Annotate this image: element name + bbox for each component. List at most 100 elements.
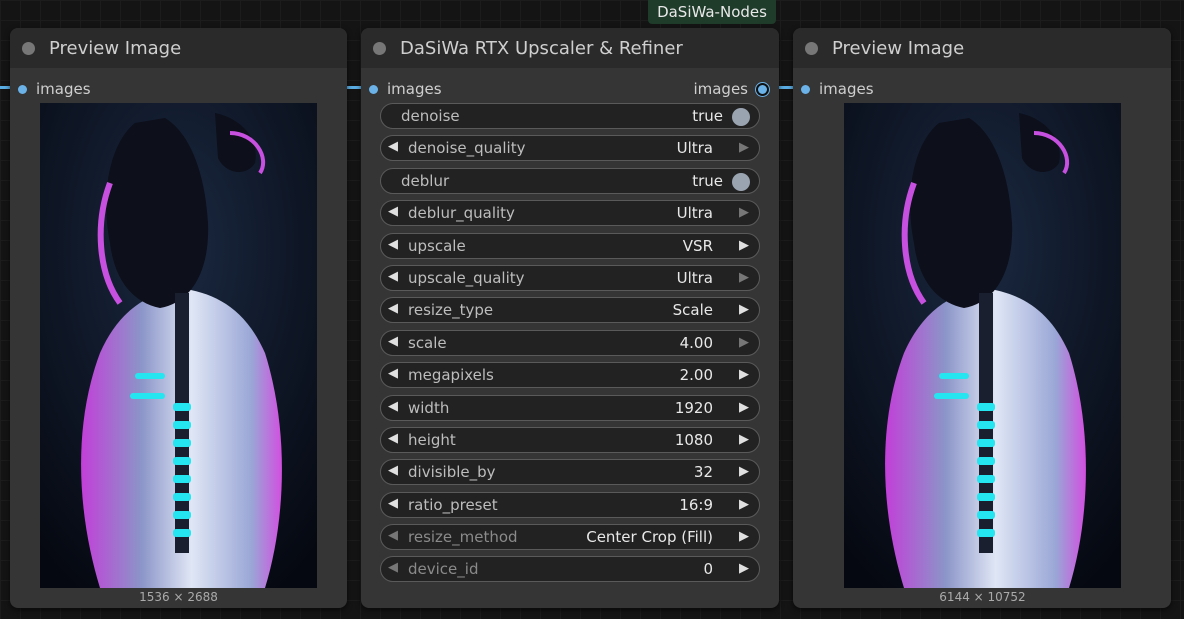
decrement-arrow-icon[interactable]: ◀ xyxy=(388,237,398,252)
widget-label: resize_type xyxy=(408,301,494,320)
widget-denoise-quality[interactable]: ◀ denoise_quality Ultra ▶ xyxy=(380,135,760,162)
node-title: Preview Image xyxy=(49,37,182,59)
input-dot-icon[interactable] xyxy=(801,84,810,94)
widget-resize-type[interactable]: ◀ resize_type Scale ▶ xyxy=(380,297,760,324)
collapse-dot-icon[interactable] xyxy=(805,41,818,55)
widget-label: upscale_quality xyxy=(408,268,525,287)
widget-label: denoise_quality xyxy=(408,139,526,158)
widget-value: true xyxy=(692,171,723,190)
increment-arrow-icon[interactable]: ▶ xyxy=(739,497,749,512)
increment-arrow-icon[interactable]: ▶ xyxy=(739,367,749,382)
decrement-arrow-icon[interactable]: ◀ xyxy=(388,463,398,478)
widget-value: Ultra xyxy=(676,268,713,287)
images-input-slot[interactable]: images xyxy=(801,80,874,98)
input-dot-icon[interactable] xyxy=(18,84,27,94)
slot-label: images xyxy=(693,80,748,98)
widget-label: ratio_preset xyxy=(408,495,498,514)
widget-value: 1920 xyxy=(674,398,713,417)
increment-arrow-icon[interactable]: ▶ xyxy=(739,238,749,253)
widget-label: resize_method xyxy=(408,528,518,547)
widget-value: 32 xyxy=(693,463,713,482)
preview-image xyxy=(40,103,317,588)
widget-value: Ultra xyxy=(676,139,713,158)
decrement-arrow-icon[interactable]: ◀ xyxy=(388,560,398,575)
widget-device-id[interactable]: ◀ device_id 0 ▶ xyxy=(380,556,760,583)
images-output-slot[interactable]: images xyxy=(693,80,769,98)
widget-label: divisible_by xyxy=(408,463,496,482)
widget-label: height xyxy=(408,430,456,449)
decrement-arrow-icon[interactable]: ◀ xyxy=(388,269,398,284)
widget-label: deblur xyxy=(401,171,450,190)
increment-arrow-icon[interactable]: ▶ xyxy=(739,302,749,317)
group-badge: DaSiWa-Nodes xyxy=(648,0,776,24)
widget-divisible-by[interactable]: ◀ divisible_by 32 ▶ xyxy=(380,459,760,486)
preview-image xyxy=(844,103,1121,588)
widget-deblur-quality[interactable]: ◀ deblur_quality Ultra ▶ xyxy=(380,200,760,227)
widget-label: device_id xyxy=(408,560,479,579)
images-input-slot[interactable]: images xyxy=(369,80,442,98)
widget-value: 1080 xyxy=(674,430,713,449)
widget-label: upscale xyxy=(408,236,466,255)
increment-arrow-icon[interactable]: ▶ xyxy=(739,205,749,220)
wire-left-mid xyxy=(347,86,361,89)
slot-label: images xyxy=(36,80,91,98)
toggle-knob-icon[interactable] xyxy=(732,108,750,126)
image-dimensions: 1536 × 2688 xyxy=(139,590,218,604)
decrement-arrow-icon[interactable]: ◀ xyxy=(388,399,398,414)
node-header[interactable]: Preview Image xyxy=(10,28,347,68)
widget-value: 0 xyxy=(703,560,713,579)
input-dot-icon[interactable] xyxy=(369,84,378,94)
decrement-arrow-icon[interactable]: ◀ xyxy=(388,496,398,511)
widget-value: true xyxy=(692,107,723,125)
node-header[interactable]: DaSiWa RTX Upscaler & Refiner xyxy=(361,28,779,68)
widget-value: Scale xyxy=(672,301,713,320)
widget-value: 16:9 xyxy=(679,495,713,514)
widget-ratio-preset[interactable]: ◀ ratio_preset 16:9 ▶ xyxy=(380,491,760,518)
widget-value: 4.00 xyxy=(679,333,713,352)
node-title: Preview Image xyxy=(832,37,965,59)
widget-value: Ultra xyxy=(676,204,713,223)
slot-label: images xyxy=(819,80,874,98)
increment-arrow-icon[interactable]: ▶ xyxy=(739,335,749,350)
node-header[interactable]: Preview Image xyxy=(793,28,1171,68)
decrement-arrow-icon[interactable]: ◀ xyxy=(388,334,398,349)
increment-arrow-icon[interactable]: ▶ xyxy=(739,432,749,447)
widget-denoise[interactable]: denoise true xyxy=(380,103,760,129)
decrement-arrow-icon[interactable]: ◀ xyxy=(388,204,398,219)
increment-arrow-icon[interactable]: ▶ xyxy=(739,140,749,155)
widget-label: megapixels xyxy=(408,366,494,385)
decrement-arrow-icon[interactable]: ◀ xyxy=(388,366,398,381)
decrement-arrow-icon[interactable]: ◀ xyxy=(388,139,398,154)
widget-deblur[interactable]: deblur true xyxy=(380,167,760,194)
preview-image-node-left[interactable]: Preview Image images 1536 × 2688 xyxy=(10,28,347,608)
output-dot-icon[interactable] xyxy=(756,82,769,96)
widget-value: 2.00 xyxy=(679,366,713,385)
widget-height[interactable]: ◀ height 1080 ▶ xyxy=(380,426,760,453)
images-input-slot[interactable]: images xyxy=(18,80,91,98)
image-dimensions: 6144 × 10752 xyxy=(939,590,1026,604)
increment-arrow-icon[interactable]: ▶ xyxy=(739,561,749,576)
widget-upscale-quality[interactable]: ◀ upscale_quality Ultra ▶ xyxy=(380,264,760,291)
decrement-arrow-icon[interactable]: ◀ xyxy=(388,301,398,316)
widget-width[interactable]: ◀ width 1920 ▶ xyxy=(380,394,760,421)
decrement-arrow-icon[interactable]: ◀ xyxy=(388,528,398,543)
collapse-dot-icon[interactable] xyxy=(373,41,386,55)
widget-upscale[interactable]: ◀ upscale VSR ▶ xyxy=(380,232,760,259)
widget-label: scale xyxy=(408,333,447,352)
widget-scale[interactable]: ◀ scale 4.00 ▶ xyxy=(380,329,760,356)
increment-arrow-icon[interactable]: ▶ xyxy=(739,400,749,415)
widget-megapixels[interactable]: ◀ megapixels 2.00 ▶ xyxy=(380,362,760,389)
increment-arrow-icon[interactable]: ▶ xyxy=(739,270,749,285)
rtx-upscaler-node[interactable]: DaSiWa RTX Upscaler & Refiner images ima… xyxy=(361,28,779,608)
widget-value: VSR xyxy=(682,236,713,255)
widget-label: denoise xyxy=(401,107,460,125)
toggle-knob-icon[interactable] xyxy=(732,172,750,191)
collapse-dot-icon[interactable] xyxy=(22,41,35,55)
preview-image-node-right[interactable]: Preview Image images 6144 × 10752 xyxy=(793,28,1171,608)
decrement-arrow-icon[interactable]: ◀ xyxy=(388,431,398,446)
widget-value: Center Crop (Fill) xyxy=(586,528,713,547)
increment-arrow-icon[interactable]: ▶ xyxy=(739,529,749,544)
increment-arrow-icon[interactable]: ▶ xyxy=(739,464,749,479)
node-title: DaSiWa RTX Upscaler & Refiner xyxy=(400,37,683,59)
widget-resize-method[interactable]: ◀ resize_method Center Crop (Fill) ▶ xyxy=(380,524,760,551)
